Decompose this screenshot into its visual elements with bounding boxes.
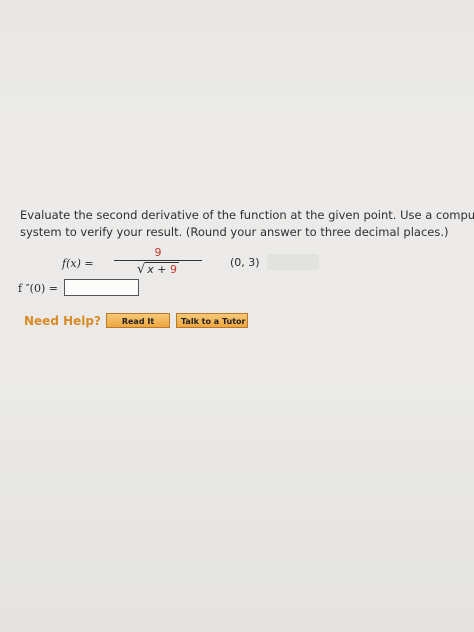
radicand-variable: x + xyxy=(147,263,171,276)
question-line-1: Evaluate the second derivative of the fu… xyxy=(20,208,474,222)
answer-row: f ″(0) = xyxy=(18,279,218,299)
need-help-label: Need Help? xyxy=(24,314,101,328)
point-highlight xyxy=(267,254,319,270)
given-point: (0, 3) xyxy=(230,256,260,269)
question-text: Evaluate the second derivative of the fu… xyxy=(20,207,474,241)
function-definition: f(x) = 9 √ x + 9 (0, 3) xyxy=(62,244,392,278)
fraction-numerator: 9 xyxy=(154,246,162,259)
fraction-denominator: √ x + 9 xyxy=(112,262,204,277)
answer-label: f ″(0) = xyxy=(18,282,58,295)
fraction-bar xyxy=(114,260,202,261)
function-fraction: 9 √ x + 9 xyxy=(112,246,204,277)
question-line-2: system to verify your result. (Round you… xyxy=(20,225,449,239)
radicand-constant: 9 xyxy=(170,263,178,276)
read-it-button[interactable]: Read It xyxy=(106,313,170,328)
answer-input[interactable] xyxy=(64,279,139,296)
radicand: x + 9 xyxy=(145,262,180,277)
talk-to-tutor-button[interactable]: Talk to a Tutor xyxy=(176,313,248,328)
function-label: f(x) = xyxy=(62,257,94,270)
square-root-icon: √ xyxy=(136,262,146,277)
help-section: Need Help? Read It Talk to a Tutor xyxy=(24,312,264,332)
